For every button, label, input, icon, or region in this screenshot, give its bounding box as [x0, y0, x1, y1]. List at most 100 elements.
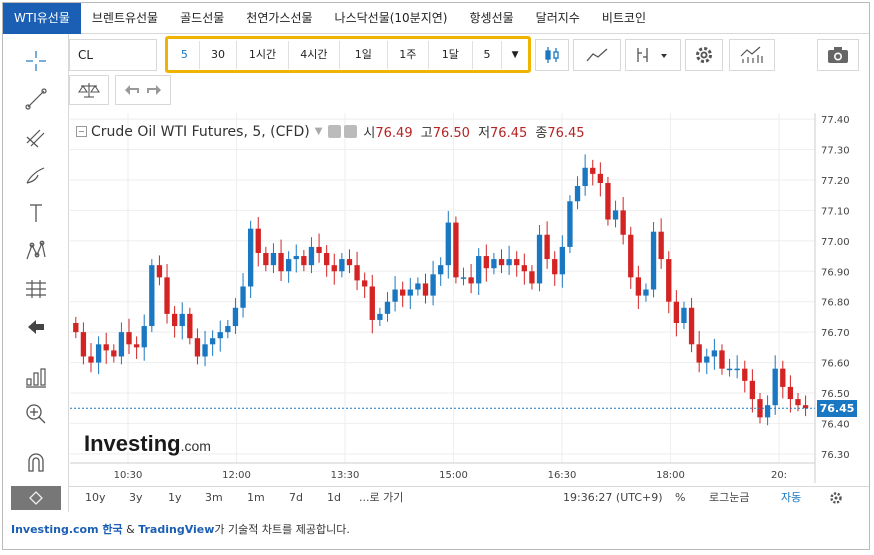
candle-body: [635, 277, 642, 296]
line-chart-icon[interactable]: [573, 39, 621, 71]
tab-1[interactable]: 브렌트유선물: [81, 3, 169, 34]
arrow-left-icon[interactable]: [21, 312, 51, 342]
measure-tool-icon[interactable]: [21, 274, 51, 304]
symbol-input[interactable]: CL: [69, 39, 157, 71]
candle-body: [316, 246, 322, 253]
log-scale-toggle[interactable]: 로그눈금: [709, 487, 749, 509]
interval-7[interactable]: 5: [473, 40, 503, 69]
legend-gear-icon[interactable]: [344, 125, 358, 138]
tab-7[interactable]: 비트코인: [591, 3, 657, 34]
candle-body: [529, 271, 535, 284]
candle-body: [73, 323, 79, 333]
text-tool-icon[interactable]: [21, 198, 51, 228]
compare-icon[interactable]: [729, 39, 775, 71]
candle-body: [612, 210, 619, 220]
candle-body: [369, 286, 375, 320]
pattern-tool-icon[interactable]: [21, 236, 51, 266]
brush-icon[interactable]: [21, 160, 51, 190]
legend-eye-icon[interactable]: [328, 125, 342, 138]
interval-0[interactable]: 5: [170, 40, 200, 69]
y-tick-label: 77.20: [821, 176, 850, 187]
indicators-dropdown[interactable]: [625, 39, 681, 71]
candle-body: [422, 283, 429, 296]
candle-style-icon[interactable]: [535, 39, 569, 71]
fib-tool-icon[interactable]: [21, 122, 51, 152]
candle-body: [278, 253, 284, 272]
range-1y[interactable]: 1y: [168, 487, 182, 509]
tab-4[interactable]: 나스닥선물(10분지연): [324, 3, 459, 34]
candle-body: [605, 183, 611, 220]
candle-body: [795, 399, 801, 406]
settings-small-icon[interactable]: [76, 126, 87, 137]
chart-canvas[interactable]: 77.40 77.30 77.20 77.10 77.00 76.90 76.80 76.70…: [70, 113, 869, 483]
percent-toggle[interactable]: %: [675, 487, 685, 509]
interval-5[interactable]: 1주: [388, 40, 430, 69]
candle-body: [263, 253, 269, 266]
settings-gear-icon[interactable]: [685, 39, 723, 71]
candle-body: [285, 259, 292, 272]
long-position-icon[interactable]: [21, 362, 51, 392]
range-7d[interactable]: 7d: [289, 487, 303, 509]
range-3y[interactable]: 3y: [129, 487, 143, 509]
candle-body: [764, 405, 771, 418]
goto-date-button[interactable]: ...로 가기: [359, 487, 403, 509]
legend-dropdown-icon[interactable]: ▼: [315, 126, 323, 137]
instrument-tabs: WTI유선물 브렌트유선물 골드선물 천연가스선물 나스닥선물(10분지연) 항셍선물 달러…: [3, 3, 869, 34]
zoom-icon[interactable]: [21, 399, 51, 429]
tab-5[interactable]: 항셍선물: [459, 3, 525, 34]
tab-2[interactable]: 골드선물: [169, 3, 235, 34]
interval-3[interactable]: 4시간: [289, 40, 341, 69]
interval-6[interactable]: 1달: [429, 40, 473, 69]
trend-line-icon[interactable]: [21, 84, 51, 114]
bottom-settings-icon[interactable]: [829, 487, 843, 509]
candle-body: [438, 265, 444, 275]
candle-body: [491, 259, 497, 269]
range-1d[interactable]: 1d: [327, 487, 341, 509]
candle-body: [407, 289, 413, 296]
y-tick-label: 77.30: [821, 146, 850, 157]
candle-body: [658, 231, 664, 260]
x-tick-label: 10:30: [114, 470, 143, 481]
tab-6[interactable]: 달러지수: [525, 3, 591, 34]
investing-link[interactable]: Investing.com 한국: [11, 523, 123, 536]
candle-body: [536, 234, 543, 284]
balance-scale-icon[interactable]: [69, 75, 109, 105]
candle-body: [415, 283, 421, 290]
price-chart[interactable]: 77.40 77.30 77.20 77.10 77.00 76.90 76.80 76.70…: [70, 113, 869, 483]
interval-dropdown-icon[interactable]: ▼: [502, 41, 528, 69]
candle-body: [194, 338, 201, 357]
range-3m[interactable]: 3m: [205, 487, 223, 509]
tab-0[interactable]: WTI유선물: [3, 3, 81, 34]
undo-icon[interactable]: [124, 81, 140, 100]
interval-2[interactable]: 1시간: [237, 40, 289, 69]
candle-body: [688, 307, 695, 345]
candle-body: [666, 259, 672, 302]
redo-icon[interactable]: [146, 81, 162, 100]
interval-1[interactable]: 30: [200, 40, 238, 69]
range-10y[interactable]: 10y: [85, 487, 106, 509]
lock-drawings-icon[interactable]: [11, 486, 61, 510]
auto-scale-toggle[interactable]: 자동: [781, 487, 801, 509]
candle-body: [179, 313, 185, 327]
attribution-footer: Investing.com 한국 & TradingView가 기술적 차트를 …: [11, 521, 350, 537]
candle-body: [711, 350, 718, 357]
interval-selector: 5 30 1시간 4시간 1일 1주 1달 5 ▼: [165, 36, 531, 73]
candle-body: [171, 313, 178, 327]
candle-body: [582, 167, 588, 187]
camera-icon[interactable]: [817, 39, 859, 71]
candle-body: [719, 350, 725, 369]
interval-4[interactable]: 1일: [340, 40, 388, 69]
magnet-icon[interactable]: [21, 448, 51, 478]
candle-body: [476, 256, 482, 284]
close-value: 76.45: [547, 126, 585, 141]
candle-body: [673, 301, 680, 323]
candle-body: [506, 259, 512, 266]
crosshair-icon[interactable]: [21, 46, 51, 76]
tradingview-link[interactable]: TradingView: [138, 523, 214, 536]
x-tick-label: 20:: [771, 470, 787, 481]
range-1m[interactable]: 1m: [247, 487, 265, 509]
candle-body: [597, 173, 604, 183]
tab-3[interactable]: 천연가스선물: [235, 3, 323, 34]
candle-body: [514, 259, 520, 266]
candle-body: [346, 259, 353, 266]
